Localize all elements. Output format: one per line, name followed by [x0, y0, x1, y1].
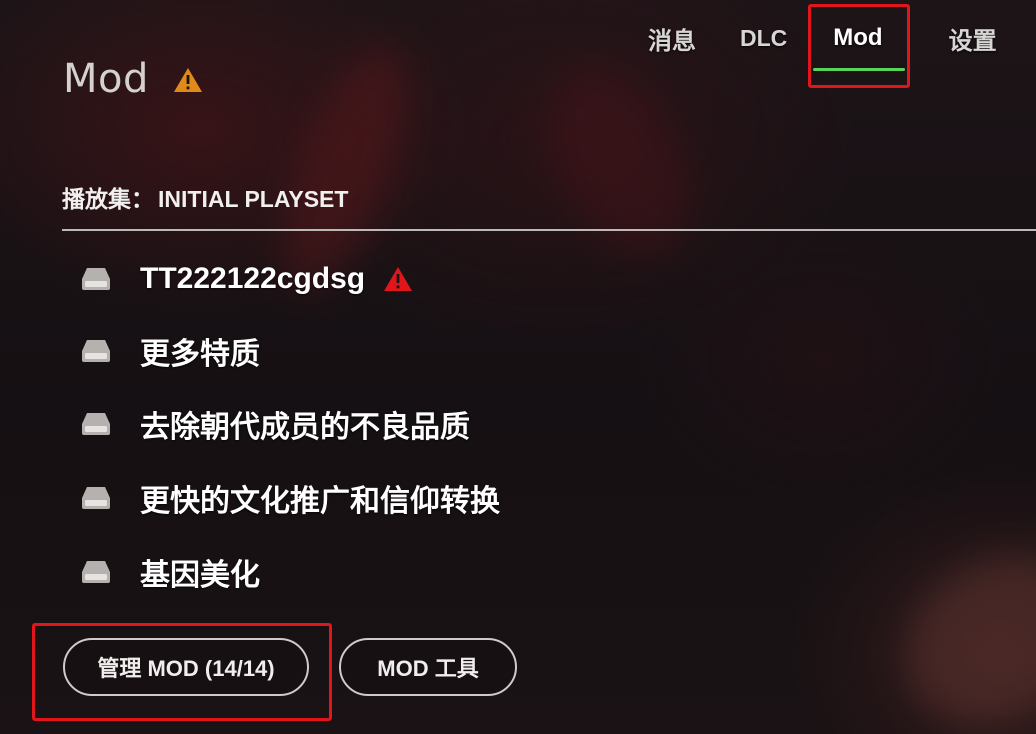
top-nav: 消息 DLC Mod 设置 — [640, 14, 1001, 71]
background-art — [523, 44, 717, 276]
mod-item[interactable]: 更快的文化推广和信仰转换 — [80, 474, 500, 522]
playset-name[interactable]: INITIAL PLAYSET — [158, 186, 348, 212]
mod-name: 更快的文化推广和信仰转换 — [140, 485, 500, 518]
mod-name: 去除朝代成员的不良品质 — [140, 411, 470, 444]
tab-mod[interactable]: Mod — [813, 24, 905, 71]
tab-dlc[interactable]: DLC — [736, 25, 791, 52]
drive-icon — [82, 268, 110, 290]
warning-triangle-icon[interactable] — [173, 67, 203, 98]
drive-icon — [82, 561, 110, 583]
active-tab-indicator — [813, 68, 905, 71]
mod-name: 基因美化 — [140, 559, 260, 592]
mod-name: 更多特质 — [140, 338, 260, 371]
tab-settings[interactable]: 设置 — [945, 21, 1001, 56]
tab-mod-label: Mod — [833, 24, 883, 51]
mod-item[interactable]: 去除朝代成员的不良品质 — [80, 400, 470, 448]
mod-item[interactable]: TT222122cgdsg — [80, 255, 413, 303]
drive-icon — [82, 487, 110, 509]
drive-icon — [82, 413, 110, 435]
page-title: Mod — [63, 56, 149, 102]
tab-messages[interactable]: 消息 — [644, 21, 700, 56]
drive-icon — [82, 340, 110, 362]
mod-item[interactable]: 基因美化 — [80, 548, 260, 596]
page-header: Mod — [63, 56, 203, 102]
playset-label: 播放集： — [62, 186, 154, 212]
mod-item[interactable]: 更多特质 — [80, 327, 260, 375]
manage-mods-button[interactable]: 管理 MOD (14/14) — [63, 638, 309, 696]
mod-tools-button[interactable]: MOD 工具 — [339, 638, 517, 696]
warning-triangle-icon[interactable] — [383, 266, 413, 297]
background-art — [873, 520, 1036, 734]
mod-name: TT222122cgdsg — [140, 262, 366, 295]
playset-row: 播放集： INITIAL PLAYSET — [62, 180, 348, 214]
divider — [62, 229, 1036, 231]
